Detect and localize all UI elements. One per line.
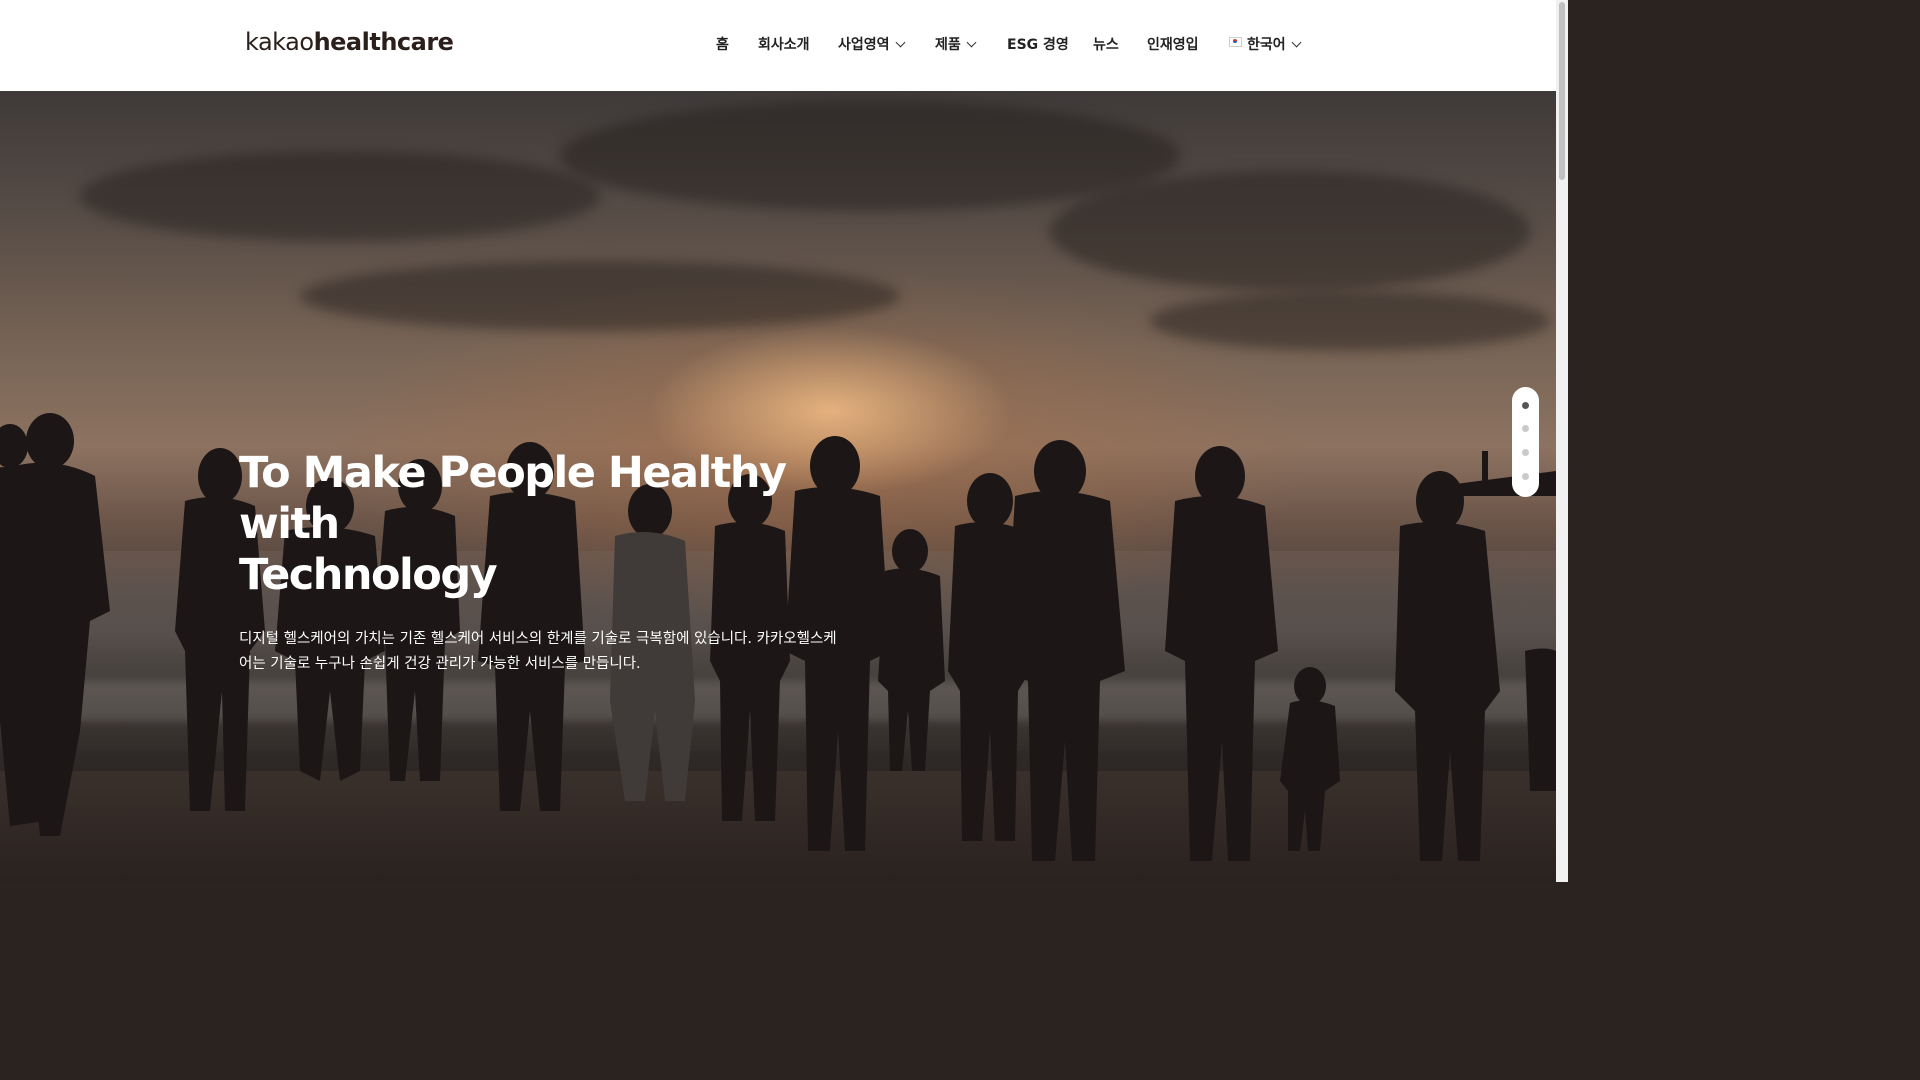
language-label: 한국어 — [1247, 37, 1286, 53]
nav-item-label: 홈 — [716, 37, 729, 53]
scrollbar-thumb[interactable] — [1559, 2, 1565, 180]
nav-item-careers[interactable]: 인재영입 — [1147, 34, 1199, 56]
slide-pagination — [1512, 387, 1539, 497]
chevron-down-icon — [966, 37, 977, 48]
nav-item-esg[interactable]: ESG 경영 — [1007, 34, 1069, 56]
nav-item-business[interactable]: 사업영역 — [838, 34, 905, 56]
nav-item-label: 제품 — [935, 37, 961, 53]
slide-dot-4[interactable] — [1522, 473, 1529, 480]
kakaohealthcare-logo[interactable]: kakaohealthcare — [245, 28, 454, 56]
nav-item-home[interactable]: 홈 — [716, 34, 729, 56]
hero-section: To Make People Healthy with Technology 디… — [0, 91, 1556, 882]
nav-item-label: ESG 경영 — [1007, 37, 1069, 53]
hero-description-line2: 어는 기술로 누구나 손쉽게 건강 관리가 가능한 서비스를 만듭니다. — [239, 656, 641, 672]
slide-dot-1[interactable] — [1522, 402, 1529, 409]
language-selector[interactable]: 한국어 — [1229, 34, 1302, 56]
slide-dot-3[interactable] — [1522, 449, 1529, 456]
site-header: kakaohealthcare 홈 회사소개 사업영역 제품 ESG 경영 뉴스… — [0, 0, 1556, 91]
nav-item-label: 회사소개 — [758, 37, 810, 53]
hero-text-block: To Make People Healthy with Technology 디… — [239, 448, 879, 677]
hero-title-line2: Technology — [239, 550, 498, 600]
logo-text-healthcare: healthcare — [313, 28, 454, 56]
page: kakaohealthcare 홈 회사소개 사업영역 제품 ESG 경영 뉴스… — [0, 0, 1568, 882]
logo-text-kakao: kakao — [245, 28, 314, 56]
chevron-down-icon — [1291, 37, 1302, 48]
nav-item-products[interactable]: 제품 — [935, 34, 977, 56]
nav-item-about[interactable]: 회사소개 — [758, 34, 810, 56]
hero-description: 디지털 헬스케어의 가치는 기존 헬스케어 서비스의 한계를 기술로 극복함에 … — [239, 627, 879, 677]
hero-title: To Make People Healthy with Technology — [239, 448, 879, 601]
nav-item-label: 뉴스 — [1093, 37, 1119, 53]
slide-dot-2[interactable] — [1522, 425, 1529, 432]
hero-title-line1: To Make People Healthy with — [239, 448, 787, 549]
hero-description-line1: 디지털 헬스케어의 가치는 기존 헬스케어 서비스의 한계를 기술로 극복함에 … — [239, 631, 837, 647]
page-scrollbar[interactable] — [1556, 0, 1568, 882]
nav-item-label: 인재영입 — [1147, 37, 1199, 53]
nav-item-label: 사업영역 — [838, 37, 890, 53]
chevron-down-icon — [895, 37, 905, 48]
nav-item-news[interactable]: 뉴스 — [1093, 34, 1119, 56]
korea-flag-icon — [1229, 37, 1242, 47]
